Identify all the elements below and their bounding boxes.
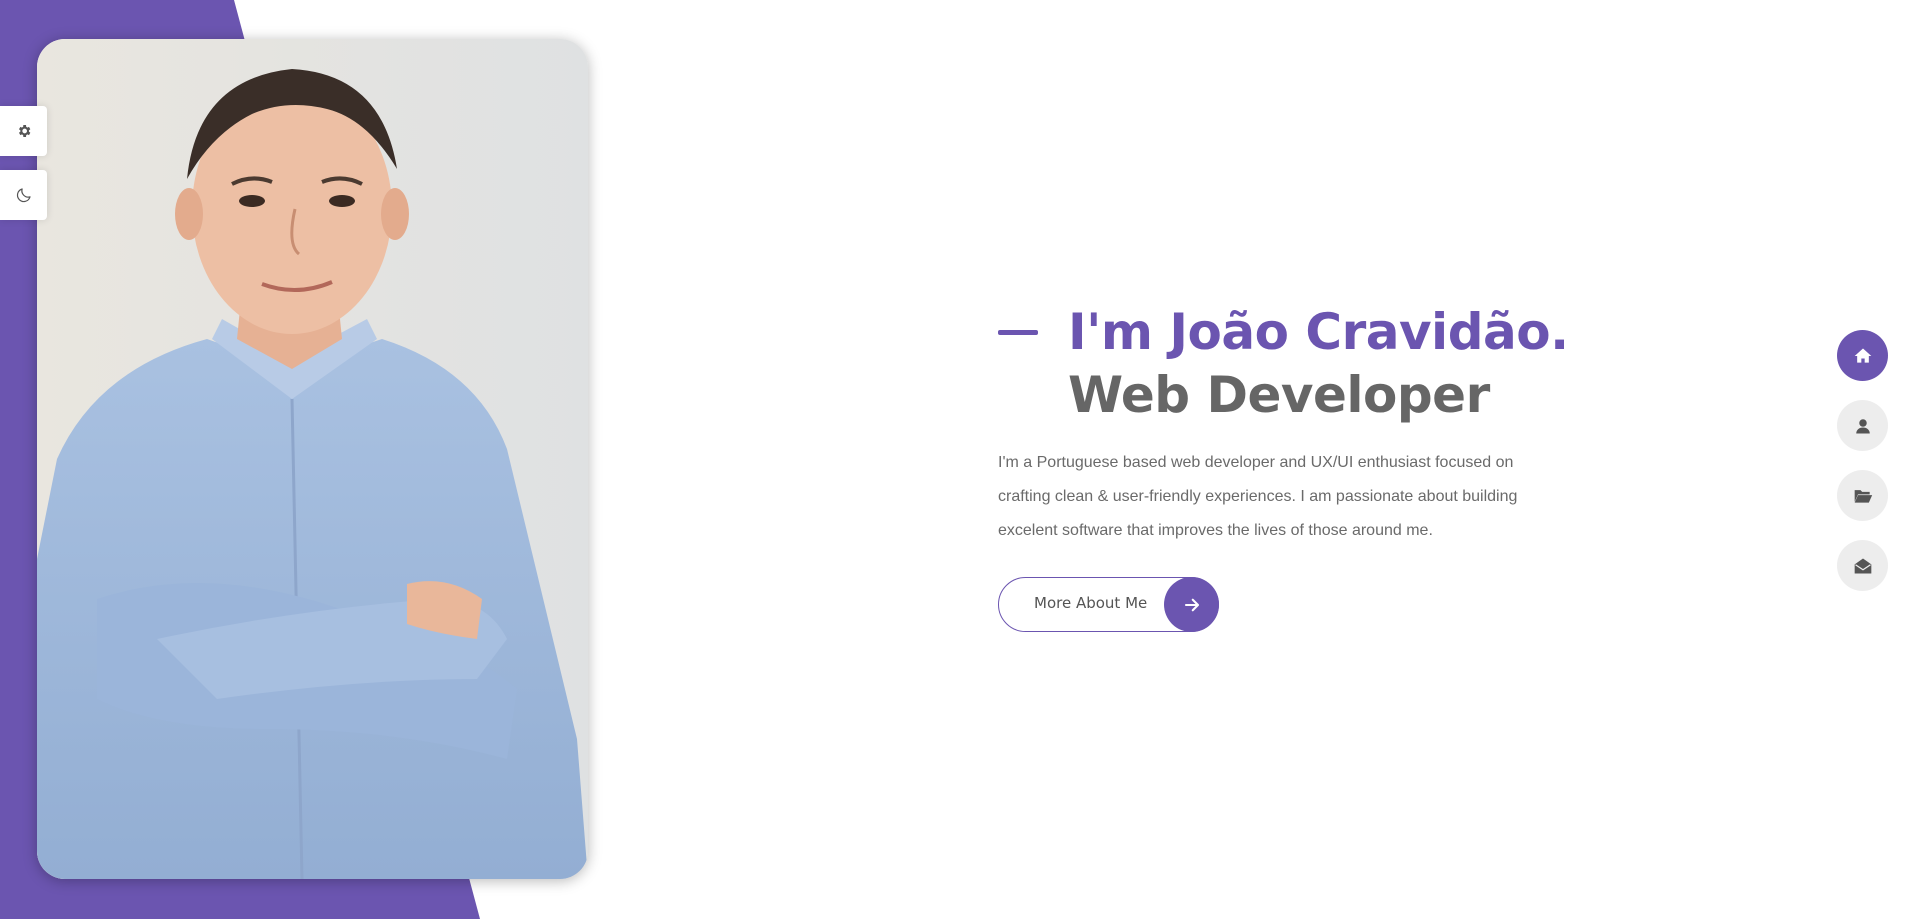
more-about-me-label: More About Me	[1034, 594, 1148, 612]
home-icon	[1854, 348, 1871, 363]
envelope-open-icon	[1854, 558, 1871, 573]
nav-about-button[interactable]	[1837, 400, 1888, 451]
hero-description: I'm a Portuguese based web developer and…	[998, 454, 1518, 539]
title-accent-line	[998, 330, 1038, 335]
cta-arrow-circle	[1164, 577, 1219, 632]
more-about-me-button[interactable]: More About Me	[998, 577, 1219, 632]
page: I'm João Cravidão. Web Developer I'm a P…	[0, 0, 1917, 919]
moon-icon	[16, 188, 31, 203]
dark-mode-toggle-button[interactable]	[0, 170, 47, 220]
folder-open-icon	[1854, 489, 1872, 503]
gear-icon	[18, 125, 30, 137]
nav-contact-button[interactable]	[1837, 540, 1888, 591]
hero-title-role: Web Developer	[1068, 366, 1490, 424]
profile-photo	[37, 39, 588, 879]
hero-title-name: I'm João Cravidão.	[1068, 303, 1569, 361]
settings-toggle-button[interactable]	[0, 106, 47, 156]
side-navigation	[1837, 330, 1888, 610]
user-icon	[1855, 418, 1870, 433]
nav-portfolio-button[interactable]	[1837, 470, 1888, 521]
hero-section: I'm João Cravidão. Web Developer I'm a P…	[998, 300, 1598, 632]
arrow-right-icon	[1184, 598, 1199, 611]
nav-home-button[interactable]	[1837, 330, 1888, 381]
